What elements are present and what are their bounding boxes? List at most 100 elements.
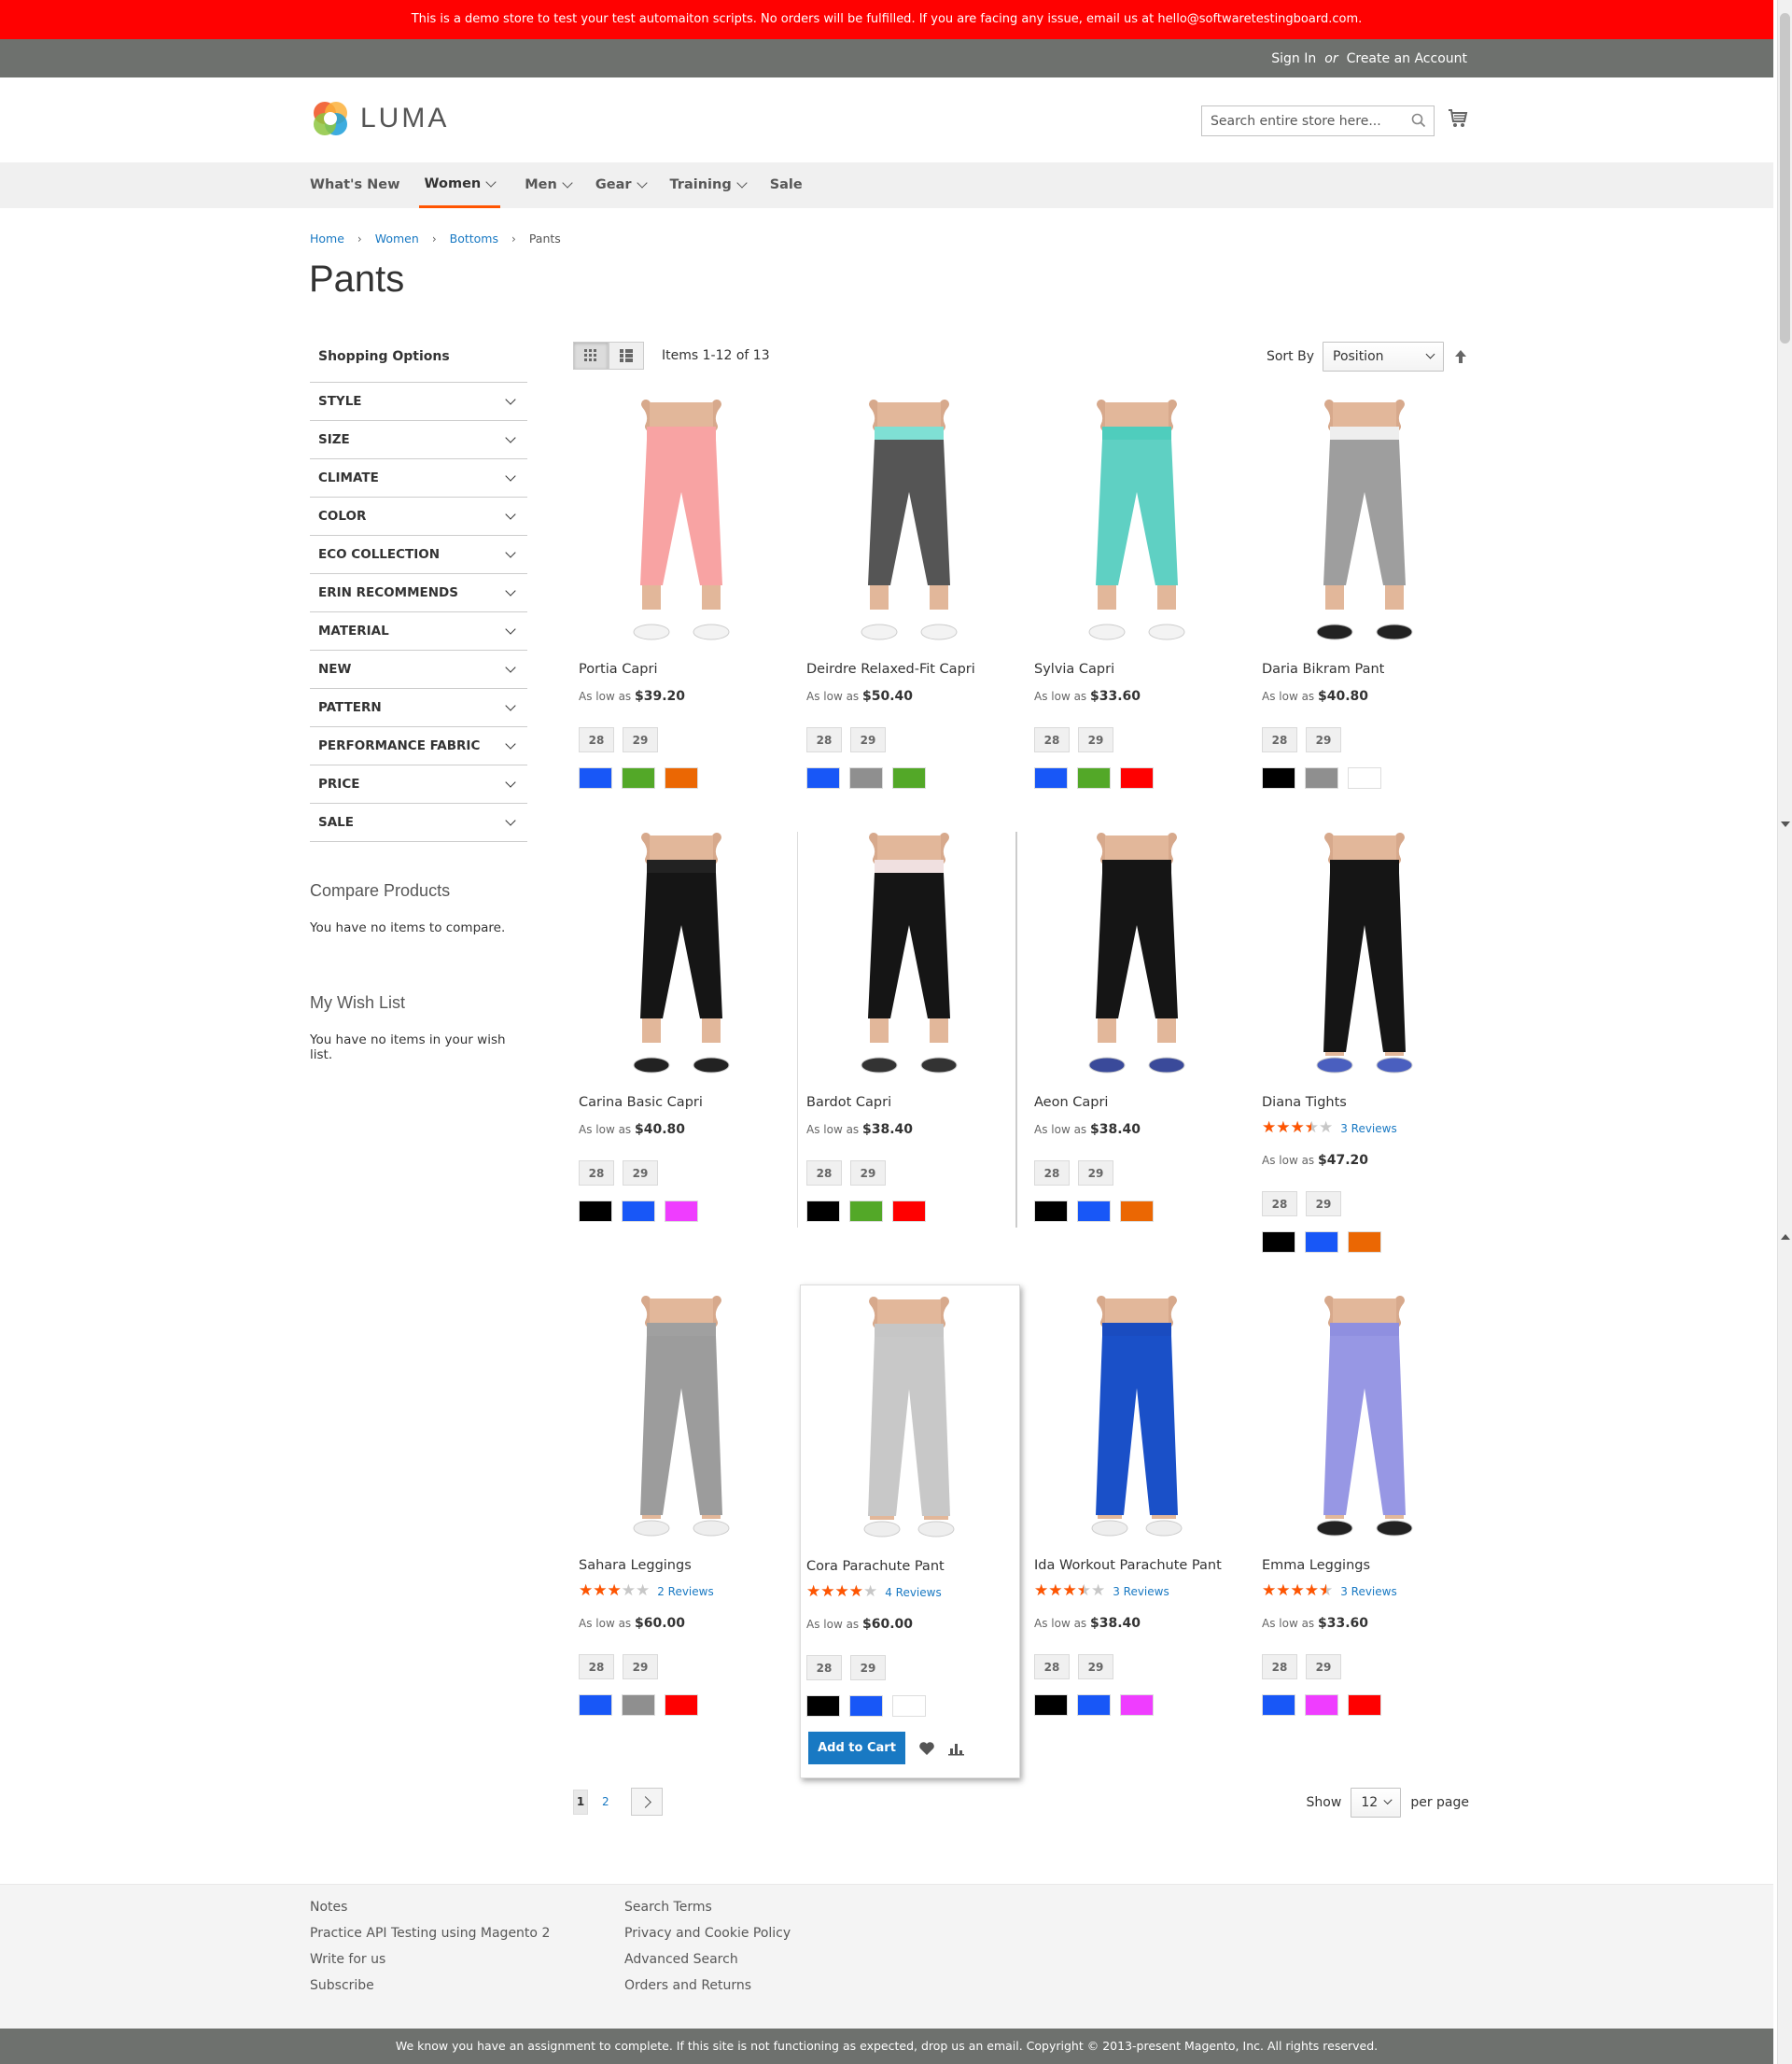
size-option[interactable]: 29 (1306, 1191, 1341, 1216)
product-name-link[interactable]: Sylvia Capri (1034, 662, 1114, 677)
product-image[interactable] (579, 399, 784, 643)
product-name-link[interactable]: Deirdre Relaxed-Fit Capri (806, 662, 975, 677)
product-name-link[interactable]: Diana Tights (1262, 1095, 1347, 1110)
product-image[interactable] (1034, 1295, 1239, 1539)
size-option[interactable]: 29 (850, 727, 886, 752)
breadcrumb-women[interactable]: Women (375, 232, 419, 246)
product-card[interactable]: Carina Basic Capri As low as $40.80 28 29 (573, 832, 793, 1224)
product-name-link[interactable]: Sahara Leggings (579, 1558, 692, 1573)
color-swatch[interactable] (1077, 1694, 1111, 1716)
reviews-link[interactable]: 3 Reviews (1340, 1122, 1397, 1135)
size-option[interactable]: 28 (1034, 727, 1070, 752)
scrollbar-thumb[interactable] (1780, 13, 1790, 344)
filter-style[interactable]: STYLE (310, 383, 527, 421)
filter-performance-fabric[interactable]: PERFORMANCE FABRIC (310, 727, 527, 765)
compare-icon[interactable] (948, 1741, 965, 1756)
color-swatch[interactable] (849, 1200, 883, 1222)
product-image[interactable] (1262, 1295, 1467, 1539)
next-page-button[interactable] (630, 1788, 663, 1816)
color-swatch[interactable] (579, 767, 612, 789)
breadcrumb-home[interactable]: Home (310, 232, 344, 246)
product-image[interactable] (1034, 399, 1239, 643)
filter-new[interactable]: NEW (310, 651, 527, 689)
footer-link[interactable]: Subscribe (310, 1977, 550, 1994)
filter-climate[interactable]: CLIMATE (310, 459, 527, 498)
color-swatch[interactable] (1262, 1694, 1295, 1716)
breadcrumb-bottoms[interactable]: Bottoms (450, 232, 498, 246)
color-swatch[interactable] (1348, 1231, 1381, 1253)
footer-link[interactable]: Write for us (310, 1951, 550, 1968)
size-option[interactable]: 29 (623, 1160, 658, 1186)
scroll-down-arrow-icon[interactable] (1781, 821, 1790, 827)
nav-item-sale[interactable]: Sale (770, 162, 803, 208)
size-option[interactable]: 28 (806, 1160, 842, 1186)
color-swatch[interactable] (1034, 1694, 1068, 1716)
create-account-link[interactable]: Create an Account (1347, 51, 1467, 66)
search-input[interactable] (1202, 106, 1398, 135)
product-image[interactable] (1034, 832, 1239, 1076)
color-swatch[interactable] (806, 1200, 840, 1222)
product-card[interactable]: Sahara Leggings ★★★★★★★★★★ 2 Reviews As … (573, 1295, 793, 1716)
color-swatch[interactable] (1348, 1694, 1381, 1716)
nav-item-whats-new[interactable]: What's New (310, 162, 400, 208)
size-option[interactable]: 29 (623, 1654, 658, 1679)
filter-price[interactable]: PRICE (310, 765, 527, 804)
sign-in-link[interactable]: Sign In (1271, 51, 1316, 66)
grid-view-button[interactable] (573, 342, 609, 370)
color-swatch[interactable] (665, 1694, 698, 1716)
color-swatch[interactable] (579, 1694, 612, 1716)
filter-erin-recommends[interactable]: ERIN RECOMMENDS (310, 574, 527, 612)
filter-eco-collection[interactable]: ECO COLLECTION (310, 536, 527, 574)
color-swatch[interactable] (1305, 1694, 1338, 1716)
color-swatch[interactable] (1305, 1231, 1338, 1253)
size-option[interactable]: 28 (579, 727, 614, 752)
color-swatch[interactable] (622, 767, 655, 789)
page-link-2[interactable]: 2 (597, 1795, 614, 1808)
product-name-link[interactable]: Aeon Capri (1034, 1095, 1108, 1110)
logo[interactable]: LUMA (310, 98, 449, 139)
nav-item-training[interactable]: Training (670, 162, 748, 208)
size-option[interactable]: 28 (1262, 1191, 1297, 1216)
product-image[interactable] (579, 832, 784, 1076)
reviews-link[interactable]: 2 Reviews (657, 1585, 714, 1598)
product-card[interactable]: Diana Tights ★★★★★★★★★★ 3 Reviews As low… (1256, 832, 1477, 1253)
color-swatch[interactable] (892, 767, 926, 789)
scroll-up-arrow-icon[interactable] (1781, 1234, 1790, 1240)
cart-icon[interactable] (1448, 108, 1468, 129)
color-swatch[interactable] (622, 1200, 655, 1222)
limiter-select[interactable]: 12 (1351, 1788, 1402, 1818)
size-option[interactable]: 28 (1262, 727, 1297, 752)
size-option[interactable]: 29 (850, 1160, 886, 1186)
list-view-button[interactable] (609, 342, 644, 370)
color-swatch[interactable] (1305, 767, 1338, 789)
color-swatch[interactable] (1120, 767, 1154, 789)
sort-select[interactable]: Position (1323, 342, 1444, 372)
product-card[interactable]: Portia Capri As low as $39.20 28 29 (573, 399, 793, 791)
filter-size[interactable]: SIZE (310, 421, 527, 459)
nav-item-men[interactable]: Men (525, 162, 573, 208)
size-option[interactable]: 29 (1078, 1160, 1113, 1186)
filter-color[interactable]: COLOR (310, 498, 527, 536)
product-name-link[interactable]: Ida Workout Parachute Pant (1034, 1558, 1222, 1573)
wishlist-heart-icon[interactable] (918, 1741, 935, 1756)
color-swatch[interactable] (665, 1200, 698, 1222)
product-card[interactable]: Ida Workout Parachute Pant ★★★★★★★★★★ 3 … (1029, 1295, 1249, 1716)
color-swatch[interactable] (579, 1200, 612, 1222)
color-swatch[interactable] (622, 1694, 655, 1716)
reviews-link[interactable]: 3 Reviews (1113, 1585, 1169, 1598)
color-swatch[interactable] (1348, 767, 1381, 789)
product-image[interactable] (806, 399, 1012, 643)
product-card[interactable]: Deirdre Relaxed-Fit Capri As low as $50.4… (801, 399, 1021, 791)
size-option[interactable]: 29 (850, 1655, 886, 1680)
color-swatch[interactable] (665, 767, 698, 789)
color-swatch[interactable] (1262, 1231, 1295, 1253)
product-card[interactable]: Emma Leggings ★★★★★★★★★★ 3 Reviews As lo… (1256, 1295, 1477, 1716)
size-option[interactable]: 29 (1306, 1654, 1341, 1679)
product-card[interactable]: Daria Bikram Pant As low as $40.80 28 29 (1256, 399, 1477, 791)
size-option[interactable]: 29 (1078, 727, 1113, 752)
search-icon[interactable] (1411, 113, 1426, 128)
size-option[interactable]: 29 (623, 727, 658, 752)
product-name-link[interactable]: Cora Parachute Pant (806, 1559, 945, 1574)
size-option[interactable]: 28 (1262, 1654, 1297, 1679)
product-image[interactable] (806, 832, 1012, 1076)
